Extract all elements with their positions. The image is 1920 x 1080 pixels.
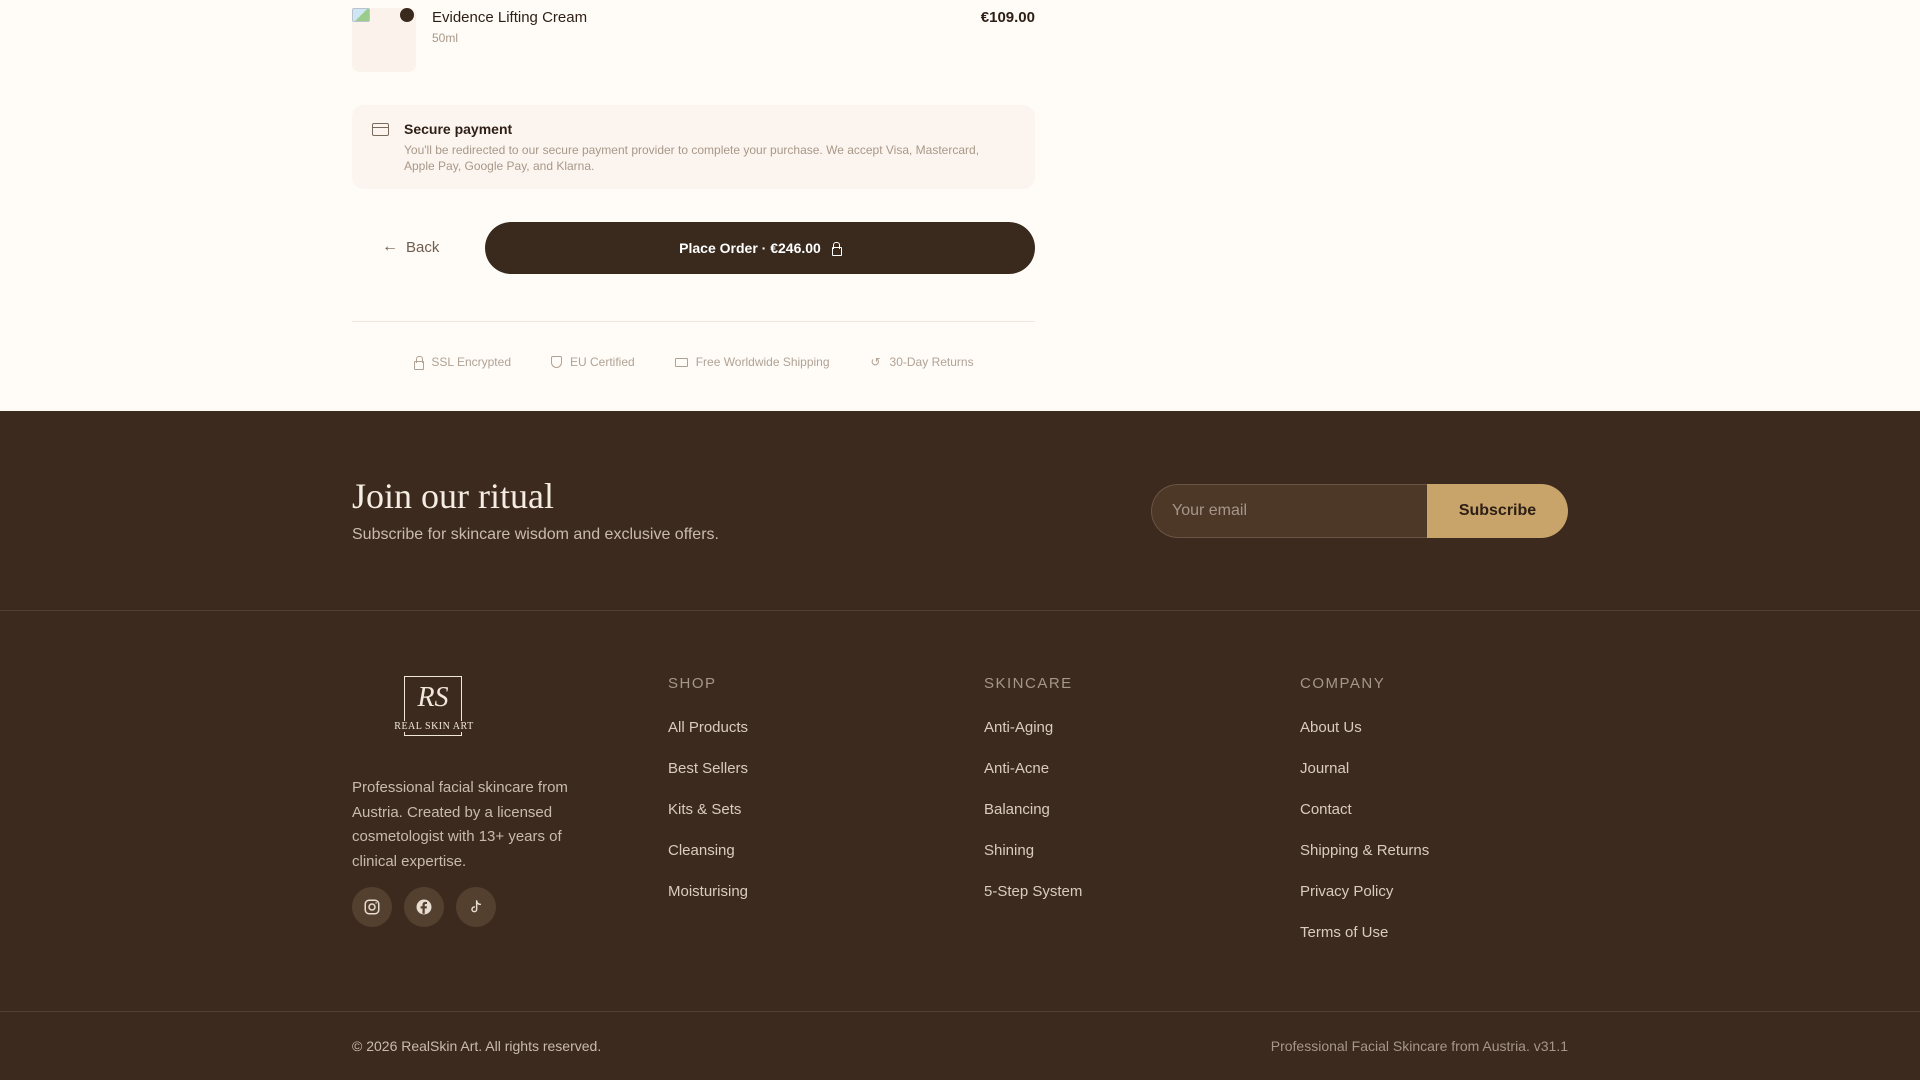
facebook-icon	[416, 899, 432, 915]
footer-link[interactable]: Journal	[1300, 760, 1560, 801]
trust-label: EU Certified	[570, 355, 635, 369]
checkout-actions: ← Back Place Order · €246.00	[352, 222, 1035, 274]
footer-link[interactable]: About Us	[1300, 719, 1560, 760]
broken-image-icon	[352, 8, 370, 22]
truck-icon	[674, 357, 688, 367]
newsletter-form: Subscribe	[1151, 484, 1568, 538]
logo-wordmark: REAL SKIN ART	[386, 721, 482, 732]
lock-icon	[831, 242, 842, 256]
trust-label: 30-Day Returns	[889, 355, 974, 369]
brand-description: Professional facial skincare from Austri…	[352, 779, 568, 870]
product-size: 50ml	[432, 31, 459, 45]
return-icon: ↺	[870, 355, 881, 369]
footer-link[interactable]: Terms of Use	[1300, 924, 1560, 965]
divider	[352, 321, 1035, 322]
facebook-button[interactable]	[404, 887, 444, 927]
instagram-icon	[364, 899, 380, 915]
secure-payment-title: Secure payment	[404, 121, 513, 137]
trust-label: Free Worldwide Shipping	[695, 355, 830, 369]
credit-card-icon	[372, 123, 389, 136]
footer-column-shop: SHOP All Products Best Sellers Kits & Se…	[668, 675, 928, 924]
tiktok-icon	[471, 900, 482, 913]
trust-badges: SSL Encrypted EU Certified Free Worldwid…	[352, 352, 1035, 372]
footer-link[interactable]: Anti-Aging	[984, 719, 1244, 760]
checkout-section: Evidence Lifting Cream 50ml €109.00 Secu…	[0, 0, 1920, 411]
column-title: SHOP	[668, 675, 717, 692]
product-price: €109.00	[980, 9, 1035, 26]
footer-link[interactable]: Contact	[1300, 801, 1560, 842]
quantity-badge	[400, 8, 414, 22]
footer-link[interactable]: Moisturising	[668, 883, 928, 924]
column-title: SKINCARE	[984, 675, 1073, 692]
secure-payment-notice: Secure payment You'll be redirected to o…	[352, 105, 1035, 189]
trust-badge-returns: ↺ 30-Day Returns	[870, 352, 974, 372]
place-order-label: Place Order · €246.00	[679, 240, 821, 256]
site-footer: Join our ritual Subscribe for skincare w…	[0, 411, 1920, 1080]
email-input[interactable]	[1151, 484, 1441, 538]
back-button[interactable]: ← Back	[382, 238, 439, 256]
newsletter-title: Join our ritual	[352, 476, 554, 516]
logo-monogram: RS	[417, 682, 449, 713]
footer-tagline: Professional Facial Skincare from Austri…	[1270, 1038, 1568, 1054]
place-order-button[interactable]: Place Order · €246.00	[485, 222, 1035, 274]
trust-badge-ssl: SSL Encrypted	[413, 352, 511, 372]
order-item: Evidence Lifting Cream 50ml €109.00	[352, 0, 1035, 72]
footer-column-company: COMPANY About Us Journal Contact Shippin…	[1300, 675, 1560, 965]
instagram-button[interactable]	[352, 887, 392, 927]
shield-icon	[551, 356, 562, 368]
footer-link[interactable]: Privacy Policy	[1300, 883, 1560, 924]
newsletter-subtitle: Subscribe for skincare wisdom and exclus…	[352, 526, 719, 543]
footer-link[interactable]: Cleansing	[668, 842, 928, 883]
copyright: © 2026 RealSkin Art. All rights reserved…	[352, 1038, 602, 1054]
footer-link[interactable]: Kits & Sets	[668, 801, 928, 842]
footer-link[interactable]: Shipping & Returns	[1300, 842, 1560, 883]
trust-label: SSL Encrypted	[431, 355, 511, 369]
arrow-left-icon: ←	[382, 238, 398, 255]
footer-column-skincare: SKINCARE Anti-Aging Anti-Acne Balancing …	[984, 675, 1244, 924]
footer-link[interactable]: Best Sellers	[668, 760, 928, 801]
footer-link[interactable]: Anti-Acne	[984, 760, 1244, 801]
lock-icon	[413, 355, 425, 370]
footer-link[interactable]: Balancing	[984, 801, 1244, 842]
trust-badge-shipping: Free Worldwide Shipping	[674, 352, 830, 372]
back-label: Back	[406, 238, 440, 256]
trust-badge-eu: EU Certified	[551, 352, 635, 372]
footer-bottom-bar: © 2026 RealSkin Art. All rights reserved…	[0, 1011, 1920, 1080]
footer-link[interactable]: All Products	[668, 719, 928, 760]
social-links	[352, 887, 496, 927]
column-title: COMPANY	[1300, 675, 1386, 692]
subscribe-button[interactable]: Subscribe	[1427, 484, 1568, 538]
newsletter-section: Join our ritual Subscribe for skincare w…	[0, 411, 1920, 611]
footer-link[interactable]: Shining	[984, 842, 1244, 883]
secure-payment-text: You'll be redirected to our secure payme…	[404, 143, 980, 173]
footer-link[interactable]: 5-Step System	[984, 883, 1244, 924]
product-name: Evidence Lifting Cream	[432, 9, 588, 26]
tiktok-button[interactable]	[456, 887, 496, 927]
brand-logo[interactable]: RS REAL SKIN ART	[386, 676, 482, 742]
